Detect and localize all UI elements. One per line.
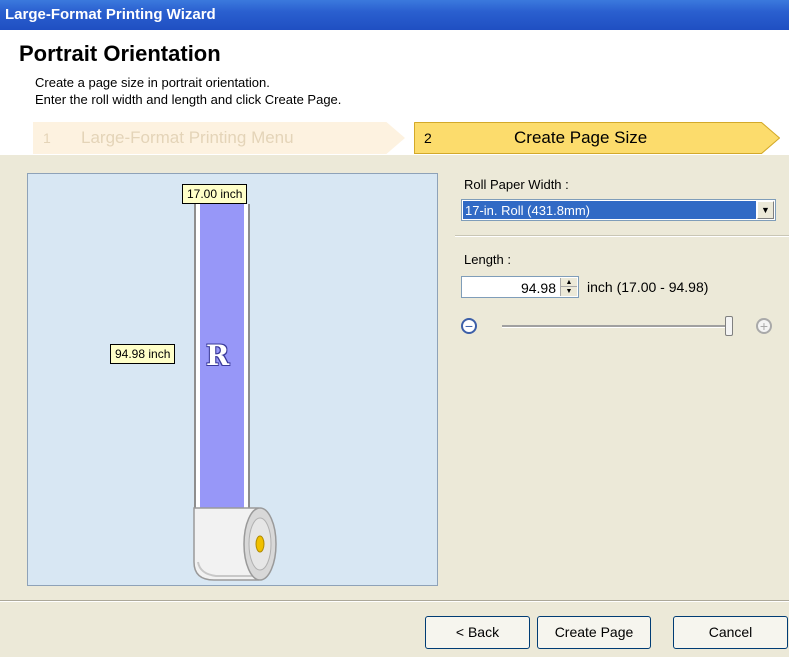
create-page-button[interactable]: Create Page	[537, 616, 651, 649]
page-description-line1: Create a page size in portrait orientati…	[35, 75, 270, 90]
page-title: Portrait Orientation	[19, 41, 221, 66]
step-label: Create Page Size	[514, 128, 648, 147]
step-large-format-printing-menu[interactable]: 1 Large-Format Printing Menu	[33, 122, 405, 154]
window-title: Large-Format Printing Wizard	[5, 6, 216, 23]
length-label: Length :	[464, 252, 511, 267]
window-title-bar: Large-Format Printing Wizard	[0, 0, 789, 30]
page-size-preview: 17.00 inch 94.98 inch R	[27, 173, 438, 586]
wizard-content: 17.00 inch 94.98 inch R Roll Paper Width…	[0, 155, 789, 600]
roll-paper-width-value: 17-in. Roll (431.8mm)	[463, 201, 756, 219]
back-button[interactable]: < Back	[425, 616, 530, 649]
length-stepper[interactable]: 94.98 ▲ ▼	[461, 276, 579, 298]
roll-paper-width-label: Roll Paper Width :	[464, 177, 569, 192]
stepper-up-icon[interactable]: ▲	[561, 278, 577, 287]
stepper-down-icon[interactable]: ▼	[561, 287, 577, 296]
cancel-button[interactable]: Cancel	[673, 616, 788, 649]
paper-roll-icon	[193, 507, 277, 581]
orientation-glyph: R	[206, 339, 230, 372]
divider	[455, 235, 789, 237]
footer-divider	[0, 600, 789, 602]
step-number: 2	[424, 130, 432, 146]
wizard-steps: 1 Large-Format Printing Menu 2 Create Pa…	[0, 122, 789, 155]
length-slider-thumb[interactable]	[725, 316, 733, 336]
roll-paper-width-select[interactable]: 17-in. Roll (431.8mm) ▼	[461, 199, 776, 221]
increase-length-icon[interactable]: +	[756, 318, 772, 334]
wizard-header: Portrait Orientation Create a page size …	[0, 30, 789, 155]
page-description-line2: Enter the roll width and length and clic…	[35, 92, 342, 107]
stepper-buttons: ▲ ▼	[560, 278, 577, 296]
length-unit-range: inch (17.00 - 94.98)	[587, 279, 709, 295]
chevron-down-icon[interactable]: ▼	[757, 201, 774, 219]
length-value[interactable]: 94.98	[521, 280, 556, 296]
step-label: Large-Format Printing Menu	[81, 128, 294, 147]
length-dimension-label: 94.98 inch	[110, 344, 176, 364]
width-dimension-label: 17.00 inch	[182, 184, 248, 204]
step-create-page-size: 2 Create Page Size	[414, 122, 780, 154]
length-slider-track[interactable]	[502, 325, 733, 328]
step-number: 1	[43, 130, 51, 146]
decrease-length-icon[interactable]: −	[461, 318, 477, 334]
